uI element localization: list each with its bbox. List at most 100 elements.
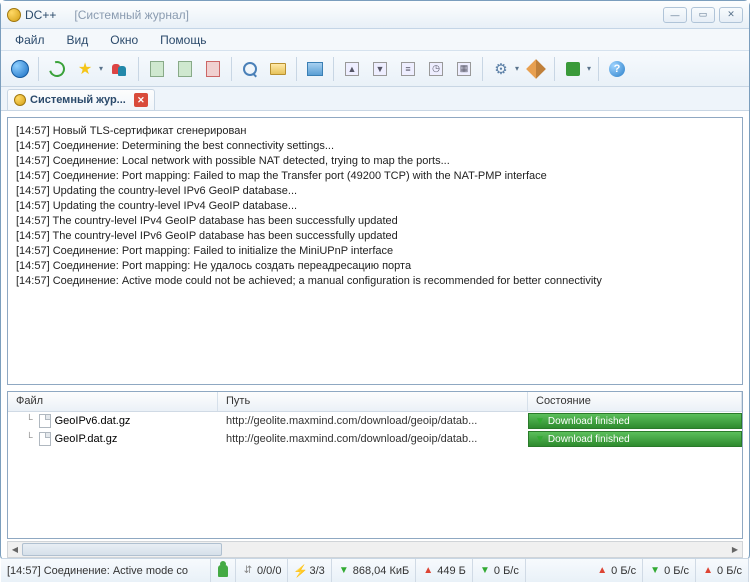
favorites-dropdown[interactable]: ▾ — [97, 64, 105, 73]
status-rate-b: ▲0 Б/с — [590, 559, 643, 582]
transfer-row[interactable]: └GeoIPv6.dat.gz http://geolite.maxmind.c… — [8, 412, 742, 430]
log-pane[interactable]: [14:57] Новый TLS-сертификат сгенерирова… — [7, 117, 743, 385]
status-rate-d: ▲0 Б/с — [696, 559, 749, 582]
square-up-icon: ▲ — [345, 62, 359, 76]
file-icon — [39, 414, 51, 428]
finished-ul-button[interactable] — [200, 56, 226, 82]
log-line: [14:57] Соединение: Port mapping: Failed… — [16, 169, 734, 184]
down-icon: ▼ — [338, 565, 350, 577]
square-clock-icon: ◷ — [429, 62, 443, 76]
t1-button[interactable]: ▲ — [339, 56, 365, 82]
search-button[interactable] — [237, 56, 263, 82]
favorites-button[interactable]: ★ — [72, 56, 98, 82]
statusbar: [14:57] Соединение: Active mode cо ⇵0/0/… — [1, 558, 749, 582]
col-state[interactable]: Состояние — [528, 392, 742, 411]
close-button[interactable]: ✕ — [719, 7, 743, 23]
users-icon — [112, 61, 128, 77]
status-hubs: ⚡3/3 — [288, 559, 331, 582]
scroll-thumb[interactable] — [22, 543, 222, 556]
tab-label: Системный жур... — [30, 94, 126, 106]
menubar: Файл Вид Окно Помощь — [1, 29, 749, 51]
menu-help[interactable]: Помощь — [160, 33, 206, 47]
finished-dl-button[interactable] — [172, 56, 198, 82]
queue-button[interactable] — [144, 56, 170, 82]
square-list-icon: ≡ — [401, 62, 415, 76]
progress-bar: ▼Download finished — [528, 431, 742, 447]
hscrollbar[interactable]: ◀ ▶ — [7, 541, 743, 558]
refresh-icon — [46, 58, 68, 80]
help-button[interactable]: ? — [604, 56, 630, 82]
user-icon — [218, 565, 228, 577]
adlsearch-button[interactable] — [265, 56, 291, 82]
square-down-icon: ▼ — [373, 62, 387, 76]
menu-file[interactable]: Файл — [15, 33, 45, 47]
status-total: ▼868,04 КиБ — [332, 559, 416, 582]
clipboard-down-icon — [178, 61, 192, 77]
transfers-panel: Файл Путь Состояние └GeoIPv6.dat.gz http… — [7, 391, 743, 539]
scroll-left[interactable]: ◀ — [8, 542, 22, 557]
progress-bar: ▼Download finished — [528, 413, 742, 429]
tabstrip: Системный жур... ✕ — [1, 87, 749, 111]
transfers-body: └GeoIPv6.dat.gz http://geolite.maxmind.c… — [8, 412, 742, 538]
file-path: http://geolite.maxmind.com/download/geoi… — [218, 433, 528, 445]
app-title: DC++ — [25, 8, 56, 22]
star-icon: ★ — [78, 59, 92, 79]
tab-close-button[interactable]: ✕ — [134, 93, 148, 107]
users-button[interactable] — [107, 56, 133, 82]
file-name: GeoIP.dat.gz — [55, 433, 118, 445]
app-icon — [7, 8, 21, 22]
status-dlrate: ▼0 Б/с — [473, 559, 526, 582]
log-line: [14:57] The country-level IPv4 GeoIP dat… — [16, 214, 734, 229]
tab-icon — [14, 94, 26, 106]
clipboard-icon — [150, 61, 164, 77]
state-text: Download finished — [548, 416, 630, 427]
reconnect-button[interactable] — [44, 56, 70, 82]
state-text: Download finished — [548, 434, 630, 445]
help-icon: ? — [609, 61, 625, 77]
transfer-row[interactable]: └GeoIP.dat.gz http://geolite.maxmind.com… — [8, 430, 742, 448]
log-line: [14:57] Соединение: Active mode could no… — [16, 274, 734, 289]
clipboard-up-icon — [206, 61, 220, 77]
t4-button[interactable]: ◷ — [423, 56, 449, 82]
plugins-dropdown[interactable]: ▾ — [585, 64, 593, 73]
col-path[interactable]: Путь — [218, 392, 528, 411]
globe-icon — [11, 60, 29, 78]
connect-button[interactable] — [7, 56, 33, 82]
down-icon: ▼ — [649, 565, 661, 577]
toolbar: ★ ▾ ▲ ▼ ≡ ◷ ▦ ⚙ ▾ ▾ ? — [1, 51, 749, 87]
search-icon — [243, 62, 257, 76]
file-path: http://geolite.maxmind.com/download/geoi… — [218, 415, 528, 427]
settings-button[interactable]: ⚙ — [488, 56, 514, 82]
status-rate-c: ▼0 Б/с — [643, 559, 696, 582]
up-icon: ▲ — [596, 565, 608, 577]
file-icon — [39, 432, 51, 446]
log-line: [14:57] Новый TLS-сертификат сгенерирова… — [16, 124, 734, 139]
pencil-icon — [526, 59, 546, 79]
titlebar: DC++ [Системный журнал] — ▭ ✕ — [1, 1, 749, 29]
t3-button[interactable]: ≡ — [395, 56, 421, 82]
menu-window[interactable]: Окно — [110, 33, 138, 47]
gear-icon: ⚙ — [494, 60, 507, 78]
picture-icon — [307, 62, 323, 76]
maximize-button[interactable]: ▭ — [691, 7, 715, 23]
scroll-right[interactable]: ▶ — [728, 542, 742, 557]
log-line: [14:57] Updating the country-level IPv6 … — [16, 184, 734, 199]
minimize-button[interactable]: — — [663, 7, 687, 23]
status-message: [14:57] Соединение: Active mode cо — [1, 559, 211, 582]
menu-view[interactable]: Вид — [67, 33, 89, 47]
log-line: [14:57] Соединение: Port mapping: Не уда… — [16, 259, 734, 274]
notepad-button[interactable] — [523, 56, 549, 82]
folder-search-icon — [270, 63, 286, 75]
tab-system-log[interactable]: Системный жур... ✕ — [7, 89, 155, 110]
t2-button[interactable]: ▼ — [367, 56, 393, 82]
image-button[interactable] — [302, 56, 328, 82]
status-slots: ⇵0/0/0 — [236, 559, 288, 582]
down-icon: ▼ — [479, 565, 491, 577]
plugins-button[interactable] — [560, 56, 586, 82]
puzzle-icon — [566, 62, 580, 76]
col-file[interactable]: Файл — [8, 392, 218, 411]
settings-dropdown[interactable]: ▾ — [513, 64, 521, 73]
window-subtitle: [Системный журнал] — [74, 8, 189, 22]
t5-button[interactable]: ▦ — [451, 56, 477, 82]
log-line: [14:57] Updating the country-level IPv4 … — [16, 199, 734, 214]
